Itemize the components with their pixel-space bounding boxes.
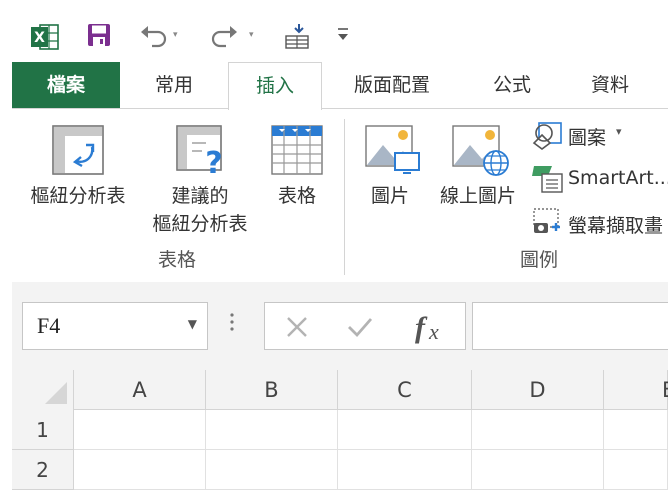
enter-icon[interactable] [347,315,373,339]
save-icon[interactable] [86,22,112,48]
ribbon-panel: 樞紐分析表 ? 建議的 樞紐分析表 表格 表格 圖片 線上圖片 圖案 ▾ Sma… [12,108,668,283]
pivot-table-icon [52,125,104,175]
screenshot-icon [533,208,560,233]
svg-text:X: X [34,30,45,46]
column-header-a[interactable]: A [74,370,206,410]
pictures-icon [365,125,420,174]
touch-mode-icon[interactable] [284,22,314,50]
worksheet-grid: A B C D E 1 2 [12,370,668,490]
redo-dropdown-icon[interactable]: ▾ [249,30,254,40]
tab-home[interactable]: 常用 [120,62,228,108]
undo-icon[interactable] [138,22,168,48]
illustrations-group-label: 圖例 [519,249,558,271]
quick-access-toolbar: X ▾ ▾ [12,0,668,62]
excel-window: X ▾ ▾ 檔案 常用 插入 版面配置 公式 資料 樞紐分析表 ? 建議的 樞紐… [0,0,668,490]
cell-e2[interactable] [604,450,668,490]
cell-a2[interactable] [74,450,206,490]
tab-page-layout[interactable]: 版面配置 [332,62,452,108]
svg-text:f: f [415,311,428,344]
shapes-dropdown-icon[interactable]: ▾ [616,125,622,138]
tab-file[interactable]: 檔案 [12,62,120,108]
cell-d1[interactable] [472,410,604,450]
online-pictures-icon [452,125,509,176]
resize-handle-icon[interactable] [230,312,234,336]
table-icon [271,125,323,175]
formula-input[interactable] [472,302,668,350]
column-header-c[interactable]: C [338,370,472,410]
smartart-icon [532,166,563,193]
formula-buttons: f x [264,302,466,350]
svg-text:?: ? [205,146,222,177]
name-box-dropdown-icon[interactable]: ▼ [188,317,197,331]
select-all-corner[interactable] [12,370,74,411]
table-label: 表格 [277,185,316,207]
cell-c2[interactable] [338,450,472,490]
recommended-pivot-label-1: 建議的 [171,185,229,207]
insert-function-icon[interactable]: f x [413,309,449,345]
tables-group-label: 表格 [157,249,196,271]
row-header-1[interactable]: 1 [12,410,74,450]
name-box[interactable]: F4 ▼ [22,302,208,350]
cell-d2[interactable] [472,450,604,490]
screenshot-label: 螢幕擷取畫 [568,215,664,237]
column-header-b[interactable]: B [206,370,338,410]
cell-b2[interactable] [206,450,338,490]
shapes-label: 圖案 [568,127,607,149]
undo-dropdown-icon[interactable]: ▾ [173,30,178,40]
pictures-label: 圖片 [370,185,409,207]
pivot-table-label: 樞紐分析表 [30,185,126,207]
row-header-2[interactable]: 2 [12,450,74,490]
customize-qat-icon[interactable] [336,26,350,42]
select-all-icon [45,382,67,404]
smartart-label: SmartArt... [568,167,668,189]
shapes-icon [532,122,562,150]
ribbon-tabs: 檔案 常用 插入 版面配置 公式 資料 [12,62,668,110]
svg-text:x: x [428,319,439,344]
cell-a1[interactable] [74,410,206,450]
column-header-e[interactable]: E [604,370,668,410]
column-header-e-label: E [662,370,668,410]
cancel-icon[interactable] [285,315,309,339]
recommended-pivot-icon: ? [176,125,223,177]
online-pictures-label: 線上圖片 [439,185,516,207]
cell-b1[interactable] [206,410,338,450]
group-separator [344,119,345,275]
cell-e1[interactable] [604,410,668,450]
tab-data[interactable]: 資料 [570,62,650,108]
recommended-pivot-label-2: 樞紐分析表 [152,213,248,235]
excel-logo-icon: X [31,24,59,50]
column-header-d[interactable]: D [472,370,604,410]
cell-c1[interactable] [338,410,472,450]
formula-bar: F4 ▼ f x [12,282,668,370]
tab-insert[interactable]: 插入 [228,62,322,110]
tab-formulas[interactable]: 公式 [468,62,556,108]
redo-icon[interactable] [210,22,240,48]
name-box-value: F4 [37,313,61,338]
